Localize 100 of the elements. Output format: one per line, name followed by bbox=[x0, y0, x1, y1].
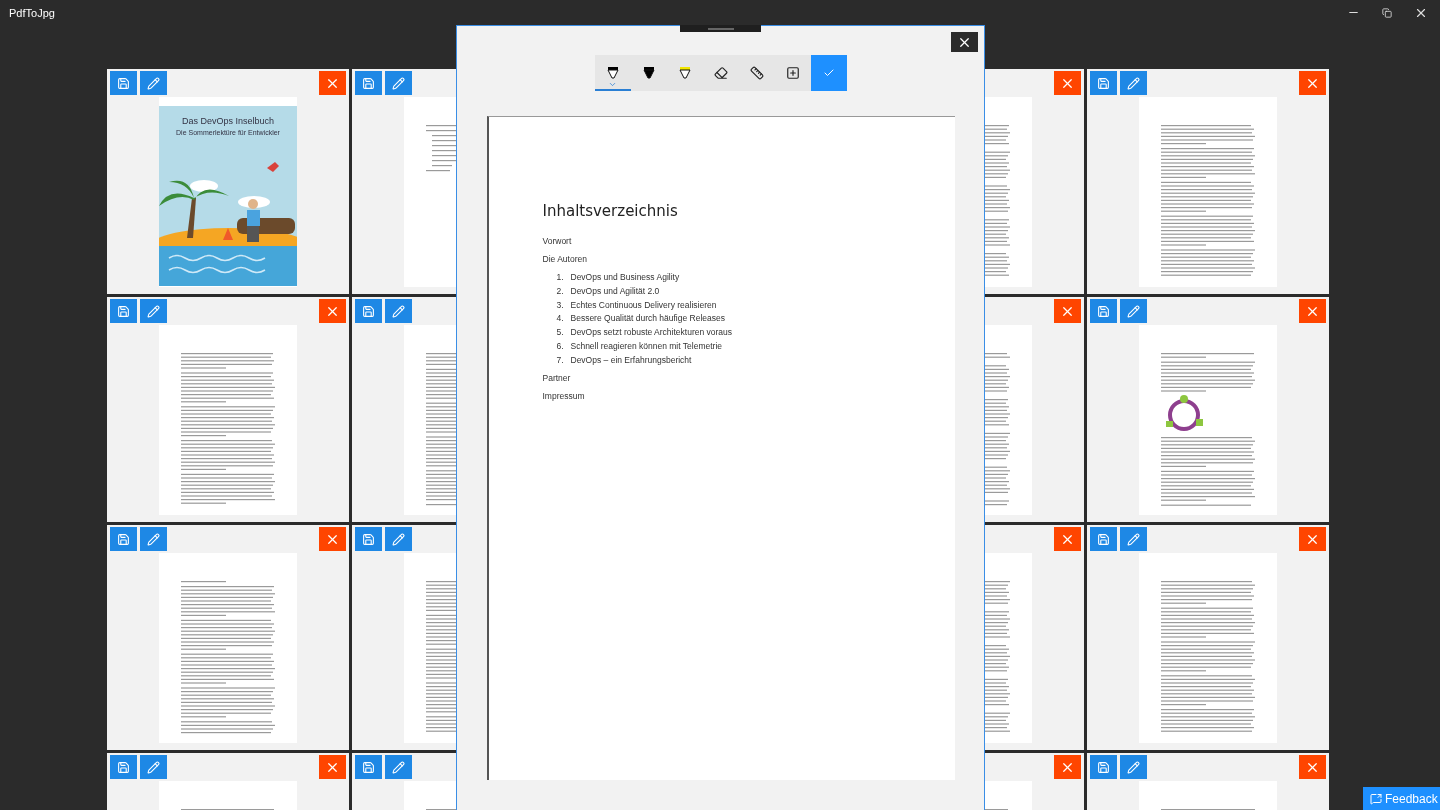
chapter-title: Echtes Continuous Delivery realisieren bbox=[570, 299, 717, 312]
toc-entry: Impressum bbox=[542, 390, 586, 401]
pencil-icon bbox=[1127, 76, 1140, 90]
save-icon bbox=[362, 304, 375, 318]
pen-icon bbox=[605, 66, 620, 80]
delete-button[interactable] bbox=[1299, 527, 1326, 551]
delete-button[interactable] bbox=[1299, 71, 1326, 95]
chapter-number: 6. bbox=[556, 341, 565, 353]
page-card[interactable] bbox=[107, 525, 349, 750]
pencil-icon bbox=[392, 760, 405, 774]
save-button[interactable] bbox=[110, 755, 137, 779]
toc-entry: Die Autoren bbox=[542, 254, 588, 264]
pencil-icon bbox=[147, 76, 160, 90]
save-icon bbox=[1097, 304, 1110, 318]
chapter-number: 4. bbox=[556, 313, 565, 326]
highlighter-icon bbox=[677, 66, 692, 80]
pencil-icon bbox=[392, 532, 405, 546]
chapter-number: 2. bbox=[556, 285, 565, 298]
save-button[interactable] bbox=[1090, 527, 1117, 551]
document-heading: Inhaltsverzeichnis bbox=[542, 202, 679, 220]
save-button[interactable] bbox=[355, 755, 382, 779]
edit-button[interactable] bbox=[140, 527, 167, 551]
save-icon bbox=[1097, 760, 1110, 774]
chapter-title: DevOps setzt robuste Architekturen voraus bbox=[570, 327, 733, 340]
feedback-icon bbox=[1370, 792, 1382, 805]
delete-button[interactable] bbox=[1299, 299, 1326, 323]
page-card[interactable] bbox=[1087, 297, 1329, 522]
edit-button[interactable] bbox=[140, 71, 167, 95]
delete-button[interactable] bbox=[1054, 755, 1081, 779]
save-icon bbox=[362, 760, 375, 774]
delete-button[interactable] bbox=[1054, 527, 1081, 551]
cycle-diagram-icon bbox=[1166, 395, 1203, 431]
chapter-title: DevOps und Agilität 2.0 bbox=[570, 285, 660, 298]
save-icon bbox=[362, 76, 375, 90]
square-plus-icon bbox=[785, 66, 800, 80]
page-card[interactable] bbox=[1087, 525, 1329, 750]
save-icon bbox=[117, 760, 130, 774]
save-icon bbox=[362, 532, 375, 546]
edit-button[interactable] bbox=[385, 527, 412, 551]
chapter-title: Bessere Qualität durch häufige Releases bbox=[570, 313, 725, 326]
delete-button[interactable] bbox=[319, 527, 346, 551]
pencil-icon bbox=[392, 76, 405, 90]
eraser-icon bbox=[713, 66, 728, 80]
save-button[interactable] bbox=[110, 299, 137, 323]
pencil-icon bbox=[147, 304, 160, 318]
ruler-icon bbox=[749, 66, 764, 80]
save-button[interactable] bbox=[110, 71, 137, 95]
chapter-number: 1. bbox=[556, 272, 565, 284]
save-button[interactable] bbox=[355, 71, 382, 95]
edit-button[interactable] bbox=[1120, 71, 1147, 95]
save-icon bbox=[117, 532, 130, 546]
save-icon bbox=[1097, 532, 1110, 546]
pencil-icon bbox=[641, 66, 656, 80]
delete-button[interactable] bbox=[319, 755, 346, 779]
edit-button[interactable] bbox=[385, 299, 412, 323]
save-icon bbox=[1097, 76, 1110, 90]
chapter-number: 7. bbox=[556, 354, 565, 367]
pencil-icon bbox=[1127, 304, 1140, 318]
close-button[interactable] bbox=[951, 32, 978, 52]
delete-button[interactable] bbox=[1054, 299, 1081, 323]
page-card[interactable] bbox=[1087, 69, 1329, 294]
delete-button[interactable] bbox=[319, 299, 346, 323]
edit-button[interactable] bbox=[140, 755, 167, 779]
toc-entry: Partner bbox=[542, 372, 572, 383]
delete-button[interactable] bbox=[1299, 755, 1326, 779]
pencil-icon bbox=[147, 760, 160, 774]
edit-button[interactable] bbox=[140, 299, 167, 323]
save-button[interactable] bbox=[355, 299, 382, 323]
chapter-number: 3. bbox=[556, 299, 565, 312]
pencil-icon bbox=[1127, 760, 1140, 774]
check-icon bbox=[822, 67, 835, 79]
pencil-icon bbox=[392, 304, 405, 318]
confirm-button[interactable] bbox=[810, 55, 847, 91]
chapter-title: DevOps und Business Agility bbox=[570, 272, 680, 284]
save-icon bbox=[117, 76, 130, 90]
edit-button[interactable] bbox=[385, 755, 412, 779]
save-button[interactable] bbox=[110, 527, 137, 551]
edit-button[interactable] bbox=[385, 71, 412, 95]
drag-handle[interactable] bbox=[680, 25, 761, 32]
restore-icon bbox=[1382, 7, 1392, 18]
edit-button[interactable] bbox=[1120, 527, 1147, 551]
pencil-icon bbox=[147, 532, 160, 546]
chapter-title: DevOps – ein Erfahrungsbericht bbox=[570, 354, 692, 367]
toc-entry: Vorwort bbox=[542, 236, 573, 246]
save-button[interactable] bbox=[1090, 71, 1117, 95]
cover-title: Das DevOps Inselbuch bbox=[180, 116, 275, 126]
delete-button[interactable] bbox=[319, 71, 346, 95]
edit-button[interactable] bbox=[1120, 755, 1147, 779]
save-button[interactable] bbox=[1090, 755, 1117, 779]
save-icon bbox=[117, 304, 130, 318]
edit-button[interactable] bbox=[1120, 299, 1147, 323]
chapter-title: Schnell reagieren können mit Telemetrie bbox=[570, 341, 722, 353]
delete-button[interactable] bbox=[1054, 71, 1081, 95]
chevron-down-icon bbox=[607, 80, 617, 89]
pencil-icon bbox=[1127, 532, 1140, 546]
save-button[interactable] bbox=[1090, 299, 1117, 323]
app-title: PdfToJpg bbox=[8, 6, 55, 19]
chapter-number: 5. bbox=[556, 327, 565, 340]
page-card[interactable] bbox=[107, 297, 349, 522]
save-button[interactable] bbox=[355, 527, 382, 551]
